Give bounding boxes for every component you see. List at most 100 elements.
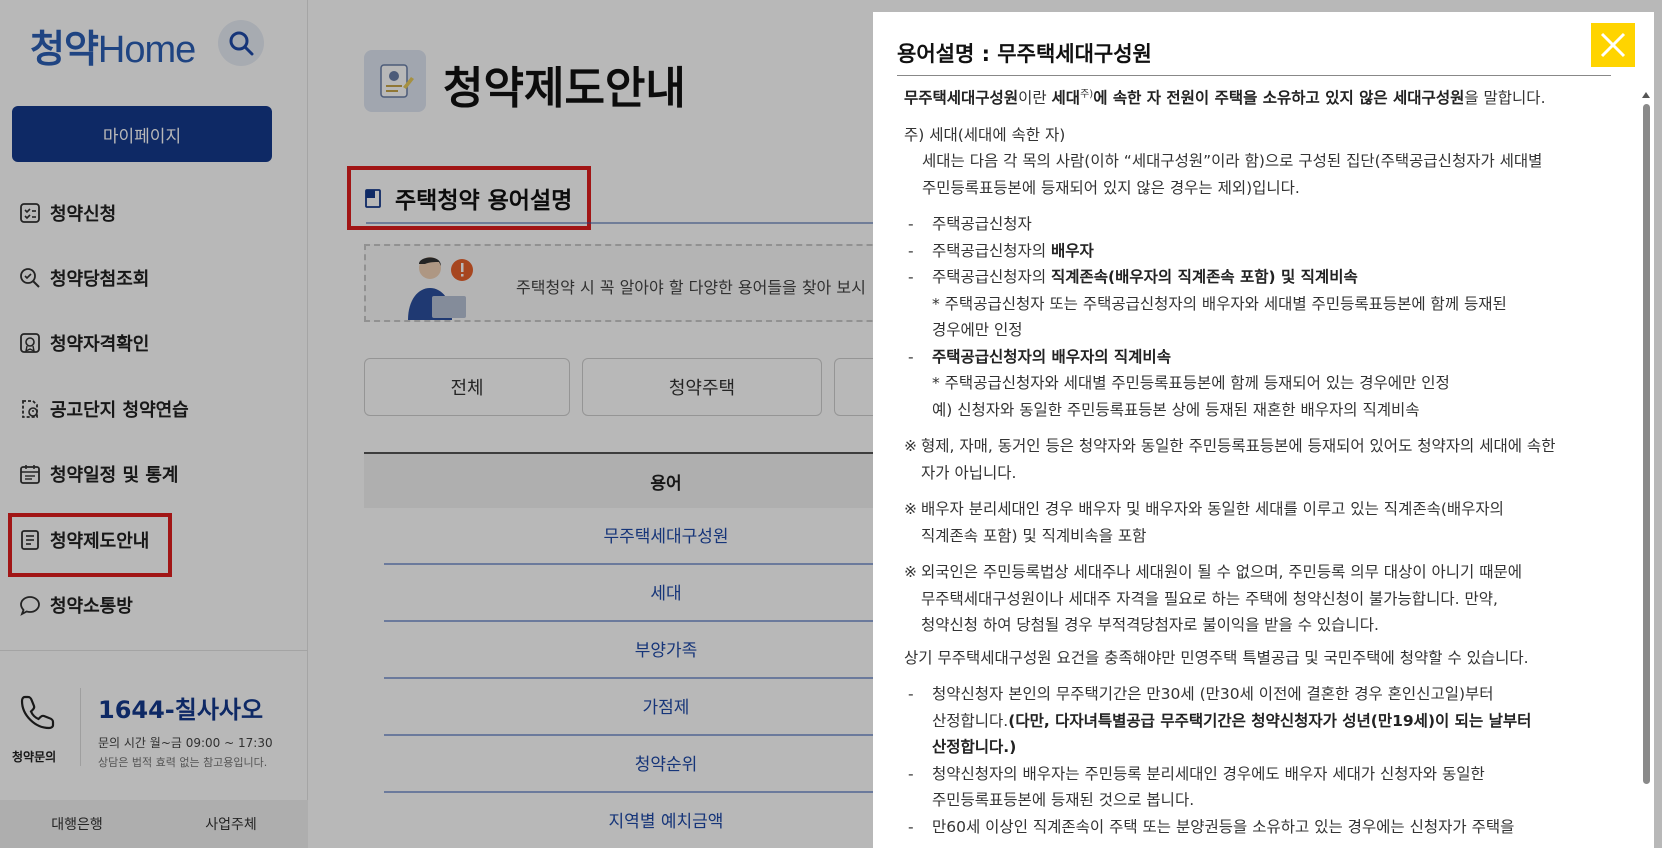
page-title: 청약제도안내	[443, 63, 686, 114]
list-text: 직계존속(배우자의 직계존속 포함) 및 직계비속	[1051, 268, 1358, 287]
note-line: 주민등록표등본에 등재되어 있지 않은 경우는 제외)입니다.	[922, 178, 1300, 197]
note-text: 형제, 자매, 동거인 등은 청약자와 동일한 주민등록표등본에 등재되어 있어…	[921, 437, 1556, 456]
dash-mark: -	[908, 347, 914, 366]
site-logo[interactable]: 청약Home	[30, 18, 196, 73]
tab-all[interactable]: 전체	[364, 358, 570, 416]
phone-divider	[80, 688, 81, 766]
dash-mark: -	[908, 764, 914, 783]
note-text: 청약신청 하여 당첨될 경우 부적격당첨자로 불이익을 받을 수 있습니다.	[921, 616, 1379, 635]
practice-icon	[18, 397, 42, 421]
list-text: 배우자	[1051, 241, 1094, 260]
mypage-button[interactable]: 마이페이지	[12, 106, 272, 162]
book-icon	[365, 189, 381, 208]
note-text: 직계존속 포함) 및 직계비속을 포함	[921, 526, 1147, 545]
list-subnote: 예) 신청자와 동일한 주민등록표등본 상에 등재된 재혼한 배우자의 직계비속	[932, 400, 1420, 419]
sidebar: 청약Home 마이페이지 청약신청 청약당첨조회 청약자격확인 공고단지 청약연…	[0, 0, 308, 848]
footnote-mark: 주)	[1080, 89, 1094, 100]
scroll-up-arrow-icon[interactable]	[1642, 92, 1650, 98]
sidebar-item-winner-check[interactable]: 청약당첨조회	[0, 245, 308, 310]
sidebar-footer: 대행은행 사업주체	[0, 800, 308, 848]
note-mark: ※	[904, 500, 917, 519]
sidebar-item-label: 청약일정 및 통계	[50, 465, 179, 487]
search-button[interactable]	[218, 20, 264, 66]
def-term: 세대	[1051, 89, 1081, 108]
def-text: 에 속한 자 전원이 주택을 소유하고 있지 않은 세대구성원	[1093, 89, 1465, 108]
list-item: - 청약신청자 본인의 무주택기간은 만30세 (만30세 이전에 결혼한 경우 …	[904, 681, 1634, 761]
sidebar-item-label: 청약당첨조회	[50, 269, 150, 291]
close-icon	[1600, 32, 1626, 58]
list-text: (다만, 다자녀특별공급 무주택기간은 청약신청자가 성년(만19세)이 되는 …	[1008, 711, 1532, 730]
phone-icon	[20, 695, 55, 730]
sidebar-item-practice[interactable]: 공고단지 청약연습	[0, 376, 308, 441]
calendar-icon	[18, 462, 42, 486]
list-subnote: * 주택공급신청자와 세대별 주민등록표등본에 함께 등재되어 있는 경우에만 …	[932, 374, 1450, 393]
list-subnote: 경우에만 인정	[932, 321, 1023, 340]
badge-icon	[18, 331, 42, 355]
sidebar-item-eligibility[interactable]: 청약자격확인	[0, 311, 308, 376]
search-check-icon	[18, 266, 42, 290]
list-text: 주택공급신청자의	[932, 241, 1052, 260]
close-button[interactable]	[1591, 23, 1635, 67]
search-icon	[229, 31, 254, 56]
sidebar-divider	[0, 650, 308, 651]
phone-number: 1644-칠사사오	[98, 696, 264, 724]
sidebar-item-schedule-stats[interactable]: 청약일정 및 통계	[0, 442, 308, 507]
phone-label: 청약문의	[12, 750, 57, 764]
intro-text: 주택청약 시 꼭 알아야 할 다양한 용어들을 찾아 보시	[516, 278, 866, 297]
list-item: - 주택공급신청자의 배우자의 직계비속	[904, 344, 1634, 371]
chat-icon	[18, 593, 42, 617]
note-mark: ※	[904, 437, 917, 456]
document-icon	[18, 528, 42, 552]
sidebar-item-system-guide[interactable]: 청약제도안내	[0, 507, 308, 578]
note-item: ※ 배우자 분리세대인 경우 배우자 및 배우자와 동일한 세대를 이루고 있는 …	[904, 496, 1634, 549]
footer-link-bank[interactable]: 대행은행	[0, 814, 154, 834]
sidebar-item-community[interactable]: 청약소통방	[0, 572, 308, 637]
section-title: 주택청약 용어설명	[395, 188, 573, 214]
guide-document-icon	[380, 64, 414, 98]
dash-mark: -	[908, 268, 914, 287]
sidebar-item-apply[interactable]: 청약신청	[0, 180, 308, 245]
modal-scrollbar[interactable]	[1640, 88, 1652, 848]
sidebar-item-label: 청약제도안내	[50, 530, 150, 552]
list-text: 청약신청자 본인의 무주택기간은 만30세 (만30세 이전에 결혼한 경우 혼…	[932, 685, 1494, 704]
section-title-highlight: 주택청약 용어설명	[347, 166, 591, 230]
def-text: 이란	[1018, 89, 1052, 108]
note-text: 배우자 분리세대인 경우 배우자 및 배우자와 동일한 세대를 이루고 있는 직…	[921, 500, 1504, 519]
list-text: 청약신청자의 배우자는 주민등록 분리세대인 경우에도 배우자 세대가 신청자와…	[932, 764, 1485, 783]
summary-text: 상기 무주택세대구성원 요건을 충족해야만 민영주택 특별공급 및 국민주택에 …	[904, 648, 1529, 667]
list-item: - 주택공급신청자의 배우자	[904, 238, 1634, 265]
list-item: - 청약신청자의 배우자는 주민등록 분리세대인 경우에도 배우자 세대가 신청자…	[904, 761, 1634, 814]
person-laptop-icon	[408, 257, 473, 320]
sidebar-item-label: 청약신청	[50, 203, 117, 225]
list-item: - 만60세 이상인 직계존속이 주택 또는 분양권등을 소유하고 있는 경우에는…	[904, 814, 1634, 841]
tab-housing[interactable]: 청약주택	[582, 358, 822, 416]
note-item: ※ 외국인은 주민등록법상 세대주나 세대원이 될 수 없으며, 주민등록 의무 …	[904, 559, 1634, 639]
note-text: 무주택세대구성원이나 세대주 자격을 필요로 하는 주택에 청약신청이 불가능합…	[921, 589, 1498, 608]
dash-mark: -	[908, 685, 914, 704]
modal-body: 무주택세대구성원이란 세대주)에 속한 자 전원이 주택을 소유하고 있지 않은…	[904, 82, 1634, 840]
term-modal: 용어설명 : 무주택세대구성원 무주택세대구성원이란 세대주)에 속한 자 전원…	[873, 12, 1654, 848]
note-item: ※ 형제, 자매, 동거인 등은 청약자와 동일한 주민등록표등본에 등재되어 있…	[904, 433, 1634, 486]
checklist-icon	[18, 201, 42, 225]
modal-divider	[897, 75, 1611, 76]
def-term: 무주택세대구성원	[904, 89, 1019, 108]
list-text: 주민등록표등본에 등재된 것으로 봅니다.	[932, 791, 1195, 810]
list-text: 주택공급신청자의	[932, 268, 1052, 287]
note-text: 외국인은 주민등록법상 세대주나 세대원이 될 수 없으며, 주민등록 의무 대…	[921, 563, 1523, 582]
sidebar-item-label: 공고단지 청약연습	[50, 399, 189, 421]
dash-mark: -	[908, 241, 914, 260]
list-text: 주택공급신청자의 배우자의 직계비속	[932, 347, 1171, 366]
footer-link-developer[interactable]: 사업주체	[154, 814, 308, 834]
sidebar-menu: 청약신청 청약당첨조회 청약자격확인 공고단지 청약연습 청약일정 및 통계 청…	[0, 180, 308, 638]
sidebar-item-label: 청약자격확인	[50, 334, 150, 356]
def-text: 을 말합니다.	[1464, 89, 1546, 108]
logo-korean: 청약	[30, 29, 99, 71]
dash-mark: -	[908, 817, 914, 836]
list-text: 주택공급신청자	[932, 215, 1032, 234]
note-line: 세대는 다음 각 목의 사람(이하 “세대구성원”이라 함)으로 구성된 집단(…	[922, 152, 1543, 171]
list-text: 산정합니다.)	[932, 738, 1017, 757]
list-item: - 주택공급신청자의 직계존속(배우자의 직계존속 포함) 및 직계비속	[904, 264, 1634, 291]
scroll-thumb[interactable]	[1643, 104, 1650, 784]
phone-note: 상담은 법적 효력 없는 참고용입니다.	[98, 756, 268, 769]
phone-hours: 문의 시간 월~금 09:00 ~ 17:30	[98, 736, 273, 750]
